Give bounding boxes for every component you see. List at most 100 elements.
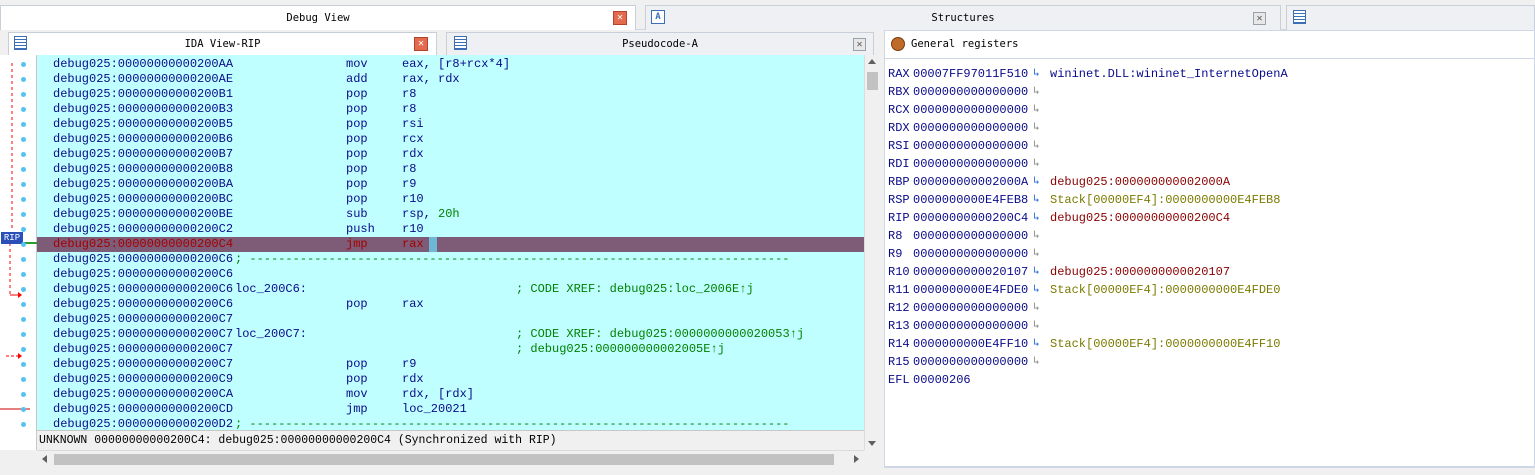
operand[interactable]: rax — [402, 297, 424, 312]
disassembly-listing[interactable]: debug025:00000000000200AA mov eax, [r8+rcx… — [37, 55, 864, 430]
close-icon[interactable]: ✕ — [853, 38, 866, 51]
jump-arrow-icon[interactable]: ↳ — [1033, 83, 1040, 101]
register-value[interactable]: 0000000000E4FF10 — [913, 335, 1028, 353]
breakpoint-dot-icon[interactable] — [21, 137, 26, 142]
register-value[interactable]: 0000000000000000 — [913, 119, 1028, 137]
listing-row[interactable]: debug025:00000000000200C7 ; debug025:0000… — [37, 342, 864, 357]
operand[interactable]: r8 — [402, 87, 416, 102]
jump-arrow-icon[interactable]: ↳ — [1033, 227, 1040, 245]
listing-row[interactable]: debug025:00000000000200BE sub rsp, 20h — [37, 207, 864, 222]
listing-row[interactable]: debug025:00000000000200C6; -------------… — [37, 252, 864, 267]
breakpoint-dot-icon[interactable] — [21, 302, 26, 307]
jump-arrow-icon[interactable]: ↳ — [1033, 209, 1040, 227]
breakpoint-dot-icon[interactable] — [21, 242, 26, 247]
jump-arrow-icon[interactable]: ↳ — [1033, 317, 1040, 335]
breakpoint-dot-icon[interactable] — [21, 362, 26, 367]
listing-row[interactable]: debug025:00000000000200C6 pop rax — [37, 297, 864, 312]
breakpoint-dot-icon[interactable] — [21, 107, 26, 112]
breakpoint-dot-icon[interactable] — [21, 332, 26, 337]
close-icon[interactable]: ✕ — [613, 11, 627, 25]
register-value[interactable]: 0000000000000000 — [913, 299, 1028, 317]
operand[interactable]: r8 — [402, 162, 416, 177]
listing-horizontal-scrollbar[interactable] — [37, 450, 864, 467]
breakpoint-dot-icon[interactable] — [21, 62, 26, 67]
register-value[interactable]: 0000000000000000 — [913, 245, 1028, 263]
register-target[interactable]: Stack[00000EF4]:0000000000E4FEB8 — [1050, 191, 1280, 209]
scroll-down-icon[interactable] — [868, 441, 876, 446]
register-value[interactable]: 00000206 — [913, 371, 971, 389]
listing-row[interactable]: debug025:00000000000200CA mov rdx, [rdx] — [37, 387, 864, 402]
jump-arrow-icon[interactable]: ↳ — [1033, 155, 1040, 173]
jump-arrow-icon[interactable]: ↳ — [1033, 263, 1040, 281]
operand[interactable]: rdx — [402, 147, 424, 162]
jump-arrow-icon[interactable]: ↳ — [1033, 137, 1040, 155]
operand[interactable]: rax, rdx — [402, 72, 460, 87]
arrow-gutter[interactable]: RIP — [0, 55, 37, 450]
close-icon[interactable]: ✕ — [414, 37, 428, 51]
register-value[interactable]: 0000000000000000 — [913, 137, 1028, 155]
breakpoint-dot-icon[interactable] — [21, 377, 26, 382]
listing-row[interactable]: debug025:00000000000200C2 push r10 — [37, 222, 864, 237]
breakpoint-dot-icon[interactable] — [21, 227, 26, 232]
breakpoint-dot-icon[interactable] — [21, 392, 26, 397]
listing-row[interactable]: debug025:00000000000200B5 pop rsi — [37, 117, 864, 132]
tab-debug-view[interactable]: Debug View ✕ — [0, 5, 636, 30]
tab-pseudocode-a[interactable]: Pseudocode-A ✕ — [446, 32, 874, 55]
xref-comment[interactable]: ; CODE XREF: debug025:loc_2006E↑j — [516, 282, 754, 297]
close-icon[interactable]: ✕ — [1253, 12, 1266, 25]
register-value[interactable]: 0000000000000000 — [913, 227, 1028, 245]
register-value[interactable]: 00000000000200C4 — [913, 209, 1028, 227]
register-value[interactable]: 0000000000000000 — [913, 101, 1028, 119]
listing-row[interactable]: debug025:00000000000200C7 — [37, 312, 864, 327]
tab-extra[interactable] — [1286, 5, 1535, 30]
register-value[interactable]: 0000000000000000 — [913, 83, 1028, 101]
listing-row[interactable]: debug025:00000000000200BA pop r9 — [37, 177, 864, 192]
current-instruction-row[interactable]: debug025:00000000000200C4 jmp rax — [37, 237, 864, 252]
xref-comment[interactable]: ; debug025:000000000002005E↑j — [516, 342, 725, 357]
general-registers[interactable]: RAX 00007FF97011F510 ↳ wininet.DLL:wininet_… — [884, 58, 1535, 467]
scroll-thumb[interactable] — [867, 72, 878, 90]
operand[interactable]: rdx, [rdx] — [402, 387, 474, 402]
operand[interactable]: r9 — [402, 357, 416, 372]
xref-comment[interactable]: ; CODE XREF: debug025:0000000000020053↑j — [516, 327, 804, 342]
listing-row[interactable]: debug025:00000000000200AA mov eax, [r8+rcx… — [37, 57, 864, 72]
operand[interactable]: r10 — [402, 192, 424, 207]
tab-structures[interactable]: A Structures ✕ — [645, 5, 1281, 30]
listing-row[interactable]: debug025:00000000000200B6 pop rcx — [37, 132, 864, 147]
breakpoint-dot-icon[interactable] — [21, 167, 26, 172]
listing-row[interactable]: debug025:00000000000200C7 loc_200C7: ; COD… — [37, 327, 864, 342]
breakpoint-dot-icon[interactable] — [21, 197, 26, 202]
register-target[interactable]: Stack[00000EF4]:0000000000E4FDE0 — [1050, 281, 1280, 299]
breakpoint-dot-icon[interactable] — [21, 287, 26, 292]
operand[interactable]: rax — [402, 237, 424, 252]
register-value[interactable]: 0000000000020107 — [913, 263, 1028, 281]
scroll-thumb[interactable] — [54, 454, 834, 465]
listing-row[interactable]: debug025:00000000000200C6 — [37, 267, 864, 282]
register-value[interactable]: 0000000000E4FEB8 — [913, 191, 1028, 209]
breakpoint-dot-icon[interactable] — [21, 422, 26, 427]
operand[interactable]: r8 — [402, 102, 416, 117]
listing-row[interactable]: debug025:00000000000200CD jmp loc_20021 — [37, 402, 864, 417]
jump-arrow-icon[interactable]: ↳ — [1033, 353, 1040, 371]
scroll-right-icon[interactable] — [854, 455, 859, 463]
jump-arrow-icon[interactable]: ↳ — [1033, 101, 1040, 119]
operand[interactable]: rcx — [402, 132, 424, 147]
scroll-up-icon[interactable] — [868, 59, 876, 64]
jump-arrow-icon[interactable]: ↳ — [1033, 335, 1040, 353]
code-label[interactable]: loc_200C7: — [235, 327, 307, 342]
operand[interactable]: eax, [r8+rcx*4] — [402, 57, 510, 72]
register-value[interactable]: 0000000000E4FDE0 — [913, 281, 1028, 299]
code-label[interactable]: loc_200C6: — [235, 282, 307, 297]
jump-arrow-icon[interactable]: ↳ — [1033, 281, 1040, 299]
register-target[interactable]: Stack[00000EF4]:0000000000E4FF10 — [1050, 335, 1280, 353]
register-value[interactable]: 0000000000000000 — [913, 155, 1028, 173]
register-target[interactable]: wininet.DLL:wininet_InternetOpenA — [1050, 65, 1288, 83]
breakpoint-dot-icon[interactable] — [21, 152, 26, 157]
breakpoint-dot-icon[interactable] — [21, 92, 26, 97]
jump-arrow-icon[interactable]: ↳ — [1033, 191, 1040, 209]
jump-arrow-icon[interactable]: ↳ — [1033, 245, 1040, 263]
breakpoint-dot-icon[interactable] — [21, 182, 26, 187]
operand[interactable]: loc_20021 — [402, 402, 467, 417]
listing-row[interactable]: debug025:00000000000200C7 pop r9 — [37, 357, 864, 372]
listing-row[interactable]: debug025:00000000000200AE add rax, rdx — [37, 72, 864, 87]
